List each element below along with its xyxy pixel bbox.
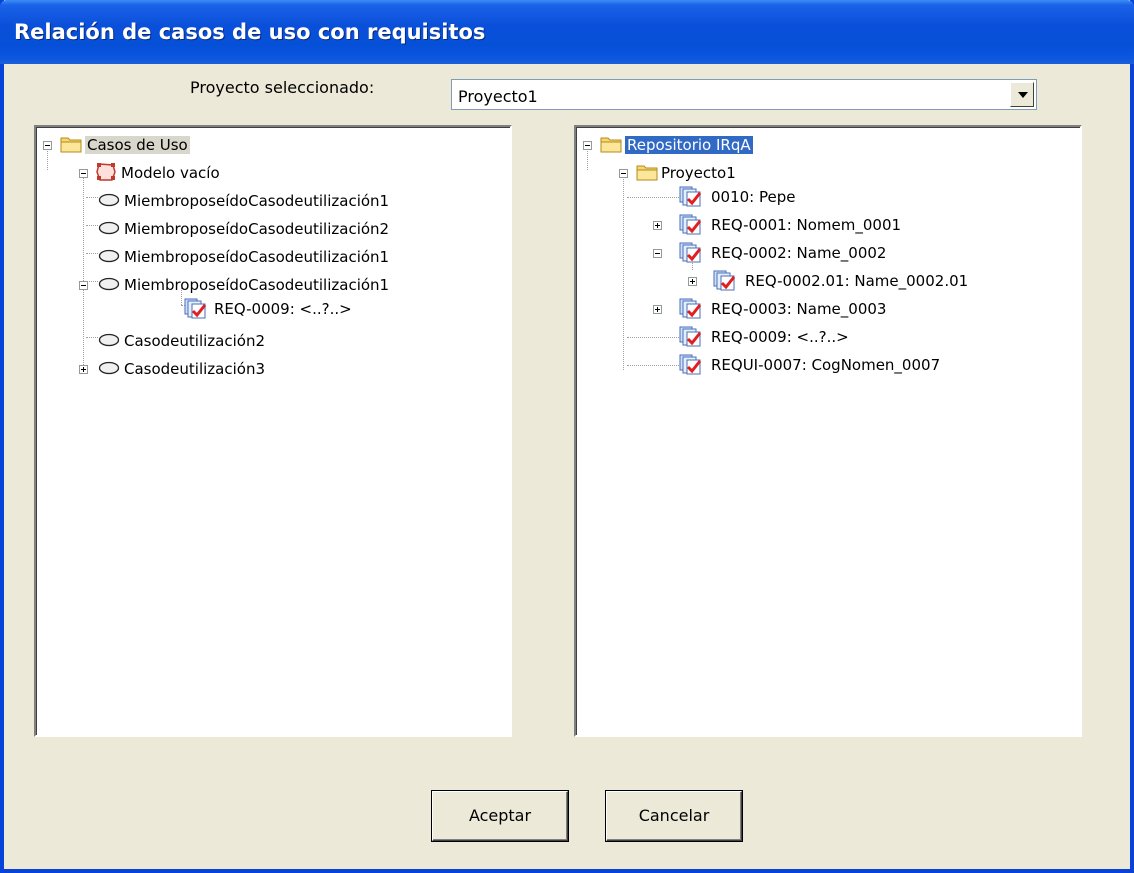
collapse-icon[interactable] bbox=[79, 281, 88, 290]
collapse-icon[interactable] bbox=[79, 169, 88, 178]
accept-button[interactable]: Aceptar bbox=[432, 791, 568, 841]
use-case-ellipse-icon bbox=[98, 249, 120, 263]
dialog-window: Relación de casos de uso con requisitos … bbox=[0, 0, 1134, 873]
tree-label: 0010: Pepe bbox=[711, 188, 796, 206]
expand-icon[interactable] bbox=[79, 365, 88, 374]
cancel-button[interactable]: Cancelar bbox=[606, 791, 742, 841]
requirement-check-icon bbox=[679, 298, 702, 319]
tree-label: Casos de Uso bbox=[85, 136, 190, 154]
requirement-check-icon bbox=[679, 186, 702, 207]
collapse-icon[interactable] bbox=[43, 141, 52, 150]
folder-open-icon bbox=[636, 165, 658, 181]
tree-label: REQ-0001: Nomem_0001 bbox=[711, 216, 902, 234]
window-title: Relación de casos de uso con requisitos bbox=[14, 20, 486, 44]
tree-label: REQUI-0007: CogNomen_0007 bbox=[711, 356, 941, 374]
tree-label: REQ-0003: Name_0003 bbox=[711, 300, 887, 318]
collapse-icon[interactable] bbox=[653, 249, 662, 258]
requirement-check-icon bbox=[679, 214, 702, 235]
tree-label: Casodeutilización2 bbox=[124, 332, 266, 350]
collapse-icon[interactable] bbox=[583, 141, 592, 150]
tree-label: Proyecto1 bbox=[661, 164, 736, 182]
tree-label: MiembroposeídoCasodeutilización1 bbox=[124, 276, 390, 294]
requirement-check-icon bbox=[713, 270, 736, 291]
requirement-check-icon bbox=[679, 326, 702, 347]
title-bar[interactable]: Relación de casos de uso con requisitos bbox=[0, 0, 1134, 64]
use-case-tree[interactable]: Casos de Uso Modelo vacío Miembroposeído… bbox=[34, 125, 512, 737]
expand-icon[interactable] bbox=[653, 221, 662, 230]
use-case-ellipse-icon bbox=[98, 221, 120, 235]
use-case-ellipse-icon bbox=[98, 361, 120, 375]
use-case-ellipse-icon bbox=[98, 193, 120, 207]
project-select[interactable]: Proyecto1 bbox=[451, 79, 1037, 110]
folder-open-icon bbox=[600, 137, 622, 153]
model-icon bbox=[96, 163, 116, 181]
requirement-check-icon bbox=[184, 298, 207, 319]
use-case-ellipse-icon bbox=[98, 333, 120, 347]
tree-label: Repositorio IRqA bbox=[625, 136, 753, 154]
expand-icon[interactable] bbox=[653, 305, 662, 314]
folder-open-icon bbox=[60, 137, 82, 153]
requirement-check-icon bbox=[679, 242, 702, 263]
tree-label: Modelo vacío bbox=[121, 164, 220, 182]
requirements-tree[interactable]: Repositorio IRqA Proyecto1 0010: Pepe RE… bbox=[574, 125, 1082, 737]
project-select-value: Proyecto1 bbox=[458, 87, 538, 106]
expand-icon[interactable] bbox=[688, 277, 697, 286]
tree-label: MiembroposeídoCasodeutilización1 bbox=[124, 248, 390, 266]
tree-label: REQ-0002.01: Name_0002.01 bbox=[745, 272, 969, 290]
tree-label: REQ-0009: <..?..> bbox=[214, 300, 352, 318]
project-label: Proyecto seleccionado: bbox=[190, 78, 375, 97]
tree-label: MiembroposeídoCasodeutilización2 bbox=[124, 220, 390, 238]
requirement-check-icon bbox=[679, 354, 702, 375]
tree-label: REQ-0002: Name_0002 bbox=[711, 244, 887, 262]
tree-label: MiembroposeídoCasodeutilización1 bbox=[124, 192, 390, 210]
use-case-ellipse-icon bbox=[98, 277, 120, 291]
collapse-icon[interactable] bbox=[619, 169, 628, 178]
tree-label: Casodeutilización3 bbox=[124, 360, 266, 378]
tree-label: REQ-0009: <..?..> bbox=[711, 328, 849, 346]
dropdown-arrow-icon[interactable] bbox=[1010, 82, 1034, 107]
